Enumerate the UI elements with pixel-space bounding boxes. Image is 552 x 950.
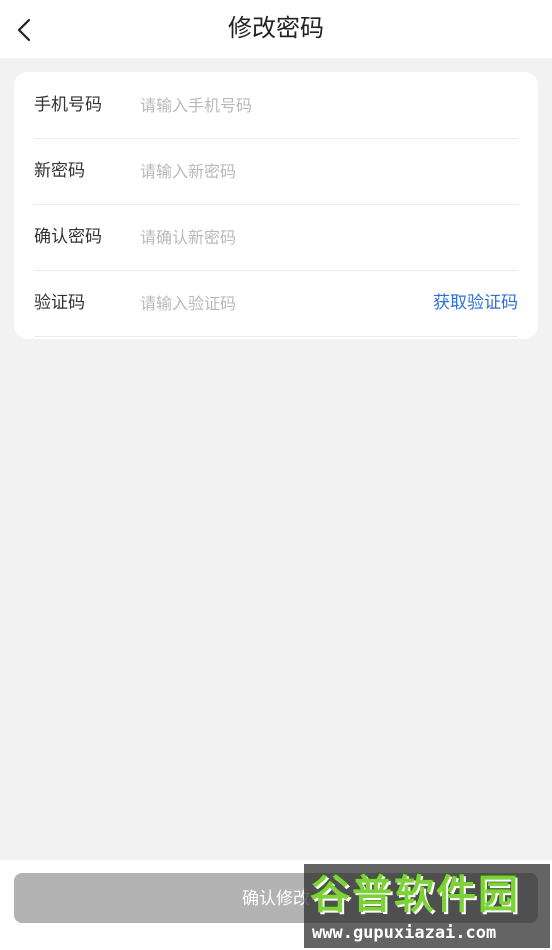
new-password-row: 新密码: [34, 138, 518, 205]
confirm-password-input[interactable]: [140, 222, 400, 252]
top-navigation-bar: 修改密码: [0, 0, 552, 58]
verification-code-input[interactable]: [140, 288, 380, 318]
watermark-url: www.gupuxiazai.com: [312, 923, 497, 943]
verification-code-label: 验证码: [34, 293, 85, 313]
confirm-password-label: 确认密码: [34, 227, 102, 247]
site-watermark: 谷普软件园 www.gupuxiazai.com: [304, 864, 550, 948]
new-password-input[interactable]: [140, 156, 400, 186]
phone-row: 手机号码: [34, 72, 518, 139]
verification-code-row: 验证码 获取验证码: [34, 270, 518, 337]
page-title: 修改密码: [228, 14, 324, 42]
confirm-password-row: 确认密码: [34, 204, 518, 271]
phone-input[interactable]: [140, 90, 400, 120]
phone-label: 手机号码: [34, 95, 102, 115]
change-password-form: 手机号码 新密码 确认密码 验证码 获取验证码: [14, 72, 538, 339]
get-code-button[interactable]: 获取验证码: [433, 291, 518, 315]
new-password-label: 新密码: [34, 161, 85, 181]
watermark-brand: 谷普软件园: [310, 872, 520, 918]
